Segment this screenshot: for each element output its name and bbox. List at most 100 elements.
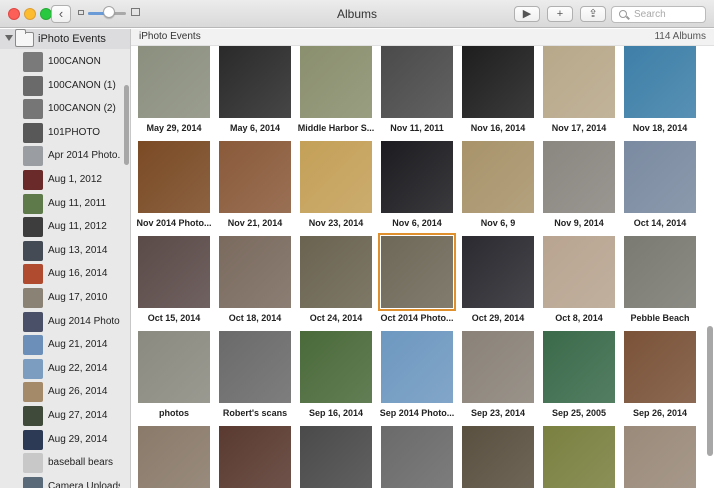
event-photo[interactable] bbox=[138, 426, 210, 488]
sidebar-item[interactable]: 100CANON bbox=[0, 50, 122, 74]
event-tile[interactable] bbox=[219, 426, 291, 488]
sidebar-item[interactable]: Aug 13, 2014 bbox=[0, 239, 122, 263]
event-photo[interactable] bbox=[219, 331, 291, 403]
event-photo[interactable] bbox=[543, 46, 615, 118]
event-photo[interactable] bbox=[138, 46, 210, 118]
event-tile[interactable]: Nov 6, 2014 bbox=[381, 141, 453, 228]
event-tile[interactable]: Nov 21, 2014 bbox=[219, 141, 291, 228]
event-tile[interactable]: Nov 17, 2014 bbox=[543, 46, 615, 133]
event-tile[interactable] bbox=[300, 426, 372, 488]
event-photo[interactable] bbox=[219, 46, 291, 118]
event-tile[interactable]: Sep 2014 Photo... bbox=[380, 331, 454, 418]
sidebar-item[interactable]: Apr 2014 Photo... bbox=[0, 144, 122, 168]
event-photo[interactable] bbox=[543, 236, 615, 308]
sidebar-item[interactable]: 100CANON (1) bbox=[0, 74, 122, 98]
minimize-window-button[interactable] bbox=[24, 8, 36, 20]
event-photo[interactable] bbox=[381, 331, 453, 403]
event-tile[interactable]: Oct 8, 2014 bbox=[543, 236, 615, 323]
event-tile[interactable]: Middle Harbor S... bbox=[298, 46, 374, 133]
event-photo[interactable] bbox=[300, 236, 372, 308]
event-tile[interactable]: May 29, 2014 bbox=[138, 46, 210, 133]
event-photo[interactable] bbox=[543, 426, 615, 488]
event-tile[interactable]: Oct 18, 2014 bbox=[219, 236, 291, 323]
event-tile[interactable]: Sep 16, 2014 bbox=[300, 331, 372, 418]
sidebar-item[interactable]: Aug 2014 Photo... bbox=[0, 310, 122, 334]
sidebar-item[interactable]: 101PHOTO bbox=[0, 121, 122, 145]
event-tile[interactable]: Oct 24, 2014 bbox=[300, 236, 372, 323]
event-photo[interactable] bbox=[624, 141, 696, 213]
sidebar-item[interactable]: baseball bears bbox=[0, 451, 122, 475]
event-tile[interactable]: Sep 26, 2014 bbox=[624, 331, 696, 418]
slideshow-button[interactable]: ▶ bbox=[514, 6, 540, 22]
event-photo[interactable] bbox=[138, 331, 210, 403]
sidebar-item[interactable]: 100CANON (2) bbox=[0, 97, 122, 121]
sidebar-item[interactable]: Aug 21, 2014 bbox=[0, 333, 122, 357]
add-button[interactable]: + bbox=[547, 6, 573, 22]
event-photo[interactable] bbox=[543, 141, 615, 213]
event-photo[interactable] bbox=[138, 236, 210, 308]
disclosure-triangle-icon[interactable] bbox=[5, 35, 13, 41]
sidebar-item[interactable]: Aug 1, 2012 bbox=[0, 168, 122, 192]
search-input[interactable]: Search bbox=[611, 6, 706, 23]
event-tile[interactable]: Oct 15, 2014 bbox=[138, 236, 210, 323]
sidebar-item[interactable]: Aug 11, 2012 bbox=[0, 215, 122, 239]
event-photo[interactable] bbox=[381, 46, 453, 118]
sidebar-item[interactable]: Aug 27, 2014 bbox=[0, 404, 122, 428]
main-scrollbar-thumb[interactable] bbox=[707, 326, 713, 456]
back-button[interactable]: ‹ bbox=[51, 5, 71, 23]
sidebar-scrollbar-thumb[interactable] bbox=[124, 85, 129, 165]
zoom-slider-knob[interactable] bbox=[102, 6, 115, 18]
event-photo[interactable] bbox=[300, 141, 372, 213]
event-photo[interactable] bbox=[138, 141, 210, 213]
event-photo[interactable] bbox=[462, 236, 534, 308]
event-photo[interactable] bbox=[624, 236, 696, 308]
event-photo[interactable] bbox=[624, 331, 696, 403]
event-photo[interactable] bbox=[543, 331, 615, 403]
event-photo[interactable] bbox=[624, 46, 696, 118]
event-tile[interactable] bbox=[138, 426, 210, 488]
event-tile[interactable]: Pebble Beach bbox=[624, 236, 696, 323]
event-photo[interactable] bbox=[219, 141, 291, 213]
event-photo[interactable] bbox=[381, 426, 453, 488]
event-tile[interactable]: Sep 25, 2005 bbox=[543, 331, 615, 418]
sidebar-scrollbar[interactable] bbox=[123, 49, 130, 488]
event-tile[interactable] bbox=[543, 426, 615, 488]
sidebar-item[interactable]: Aug 17, 2010 bbox=[0, 286, 122, 310]
main-scrollbar[interactable] bbox=[706, 46, 714, 488]
event-photo[interactable] bbox=[219, 426, 291, 488]
sidebar-item[interactable]: Aug 26, 2014 bbox=[0, 380, 122, 404]
event-tile[interactable]: Nov 23, 2014 bbox=[300, 141, 372, 228]
event-tile[interactable]: Nov 6, 9 bbox=[462, 141, 534, 228]
event-photo[interactable] bbox=[462, 141, 534, 213]
event-tile[interactable]: Sep 23, 2014 bbox=[462, 331, 534, 418]
event-photo[interactable] bbox=[300, 46, 372, 118]
event-photo[interactable] bbox=[378, 233, 456, 311]
event-photo[interactable] bbox=[300, 331, 372, 403]
event-tile[interactable]: Nov 9, 2014 bbox=[543, 141, 615, 228]
event-tile[interactable]: Robert's scans bbox=[219, 331, 291, 418]
event-tile[interactable]: Oct 14, 2014 bbox=[624, 141, 696, 228]
event-tile[interactable]: Nov 2014 Photo... bbox=[136, 141, 212, 228]
event-tile[interactable] bbox=[624, 426, 696, 488]
event-tile[interactable]: photos bbox=[138, 331, 210, 418]
event-tile[interactable] bbox=[381, 426, 453, 488]
event-tile[interactable]: Nov 18, 2014 bbox=[624, 46, 696, 133]
sidebar-header[interactable]: iPhoto Events bbox=[0, 29, 130, 49]
event-tile[interactable]: Nov 11, 2011 bbox=[381, 46, 453, 133]
event-photo[interactable] bbox=[624, 426, 696, 488]
event-photo[interactable] bbox=[381, 141, 453, 213]
event-tile[interactable]: May 6, 2014 bbox=[219, 46, 291, 133]
event-photo[interactable] bbox=[219, 236, 291, 308]
sidebar-item[interactable]: Aug 11, 2011 bbox=[0, 192, 122, 216]
event-photo[interactable] bbox=[300, 426, 372, 488]
event-tile[interactable]: Oct 2014 Photo... bbox=[378, 233, 456, 323]
sidebar-item[interactable]: Aug 16, 2014 bbox=[0, 262, 122, 286]
event-tile[interactable] bbox=[462, 426, 534, 488]
close-window-button[interactable] bbox=[8, 8, 20, 20]
sidebar-item[interactable]: Camera Uploads bbox=[0, 475, 122, 488]
event-photo[interactable] bbox=[462, 331, 534, 403]
event-photo[interactable] bbox=[462, 46, 534, 118]
event-tile[interactable]: Nov 16, 2014 bbox=[462, 46, 534, 133]
event-photo[interactable] bbox=[462, 426, 534, 488]
event-tile[interactable]: Oct 29, 2014 bbox=[462, 236, 534, 323]
